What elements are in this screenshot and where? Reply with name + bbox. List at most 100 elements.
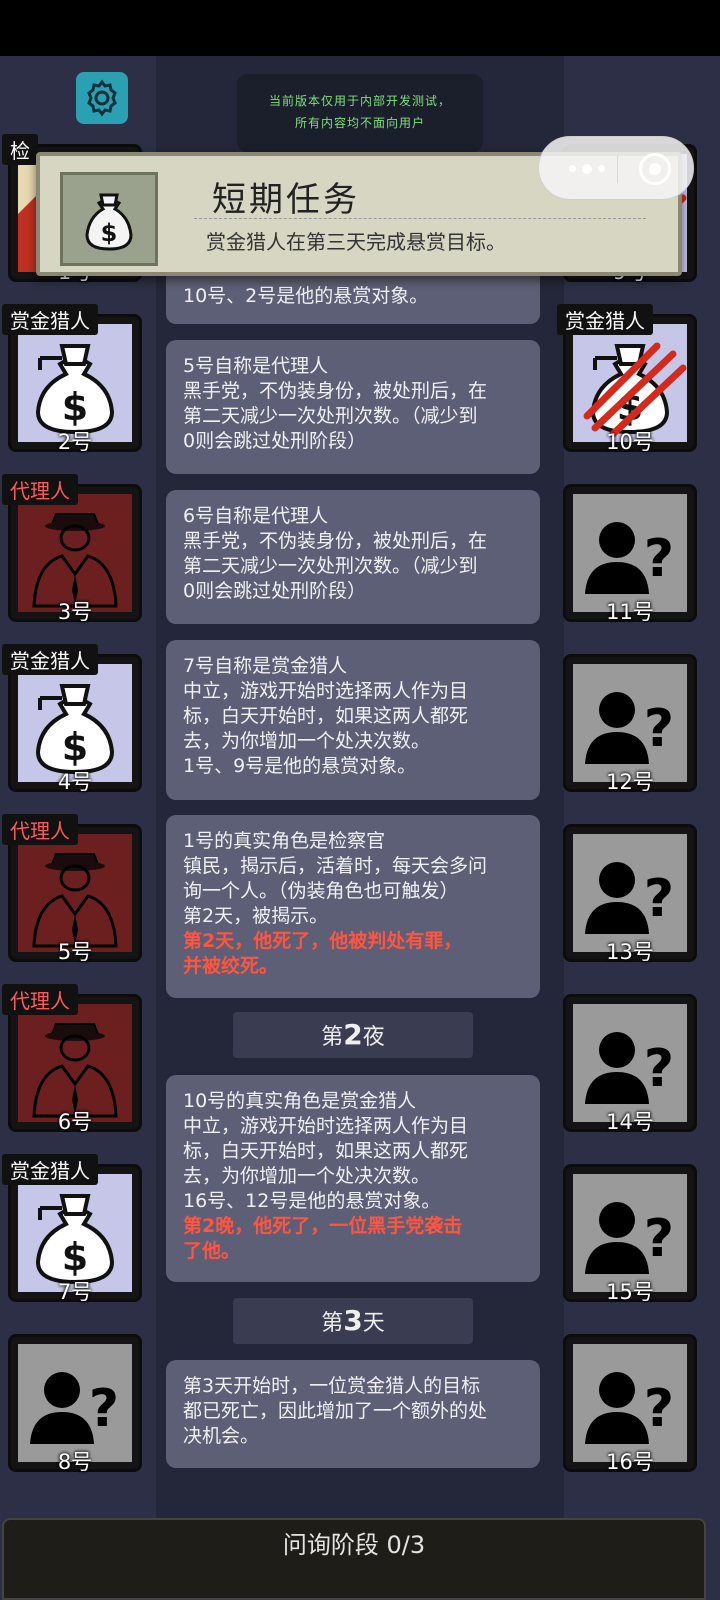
log-text: 6号自称是代理人: [183, 505, 329, 527]
log-text: 标，白天开始时，如果这两人都死: [183, 1140, 469, 1162]
player-number: 15号: [606, 1280, 654, 1304]
task-description: 赏金猎人在第三天完成悬赏目标。: [206, 230, 506, 254]
agent-icon: [32, 1023, 118, 1118]
player-slot[interactable]: $ 赏金猎人 4号: [2, 644, 142, 810]
player-slot[interactable]: 代理人 6号: [2, 984, 142, 1150]
player-role-label: 代理人: [2, 814, 78, 845]
unknown-player-icon: ?: [585, 692, 674, 764]
portrait-art: ?: [573, 1004, 687, 1122]
log-death-text: 第2晚，他死了，一位黑手党袭击: [183, 1215, 463, 1237]
log-card-3: 7号自称是赏金猎人 中立，游戏开始时选择两人作为目 标，白天开始时，如果这两人都…: [166, 640, 540, 800]
inquiry-phase-bar[interactable]: 问询阶段 0/3: [2, 1518, 706, 1600]
log-card-2: 6号自称是代理人 黑手党，不伪装身份，被处刑后，在 第二天减少一次处刑次数。（减…: [166, 490, 540, 624]
log-card-1: 5号自称是代理人 黑手党，不伪装身份，被处刑后，在 第二天减少一次处刑次数。（减…: [166, 340, 540, 474]
log-text: 1号、9号是他的悬赏对象。: [183, 755, 417, 777]
player-role-label: 检: [2, 134, 38, 165]
player-role-label: 赏金猎人: [2, 304, 98, 335]
player-slot[interactable]: $ 赏金猎人 2号: [2, 304, 142, 470]
agent-icon: [32, 853, 118, 948]
log-text: 黑手党，不伪装身份，被处刑后，在: [183, 380, 488, 402]
log-text: 镇民，揭示后，活着时，每天会多问: [183, 855, 488, 877]
player-slot[interactable]: ? 13号: [563, 824, 697, 980]
log-text: 去，为你增加一个处决次数。: [183, 730, 431, 752]
player-number: 14号: [606, 1110, 654, 1134]
log-text: 0则会跳过处刑阶段）: [183, 580, 367, 602]
log-text: 中立，游戏开始时选择两人作为目: [183, 1115, 469, 1137]
money-bag-icon: $: [35, 344, 115, 435]
svg-text:?: ?: [644, 1209, 674, 1269]
svg-text:$: $: [62, 385, 88, 429]
player-slot[interactable]: ? 8号: [8, 1334, 142, 1490]
player-number: 11号: [606, 600, 654, 624]
player-slot[interactable]: $ 赏金猎人 10号: [557, 304, 697, 470]
log-text: 0则会跳过处刑阶段）: [183, 430, 367, 452]
player-number: 5号: [57, 940, 93, 964]
task-icon-frame: $: [60, 172, 158, 266]
phase-suffix: 天: [362, 1311, 385, 1336]
task-title: 短期任务: [212, 180, 360, 220]
player-role-label: 代理人: [2, 474, 78, 505]
mini-program-capsule: [538, 136, 694, 200]
notice-line-1: 当前版本仅用于内部开发测试，: [268, 94, 451, 108]
player-role-label: 赏金猎人: [2, 1154, 98, 1185]
svg-text:?: ?: [644, 699, 674, 759]
settings-button[interactable]: [76, 72, 128, 124]
player-role-label: 赏金猎人: [2, 644, 98, 675]
log-text: 都已死亡，因此增加了一个额外的处: [183, 1400, 488, 1422]
svg-text:?: ?: [644, 1039, 674, 1099]
log-text: 5号自称是代理人: [183, 355, 329, 377]
svg-text:$: $: [101, 219, 118, 247]
unknown-player-icon: ?: [585, 1202, 674, 1274]
phase-prefix: 第: [321, 1025, 344, 1050]
unknown-player-icon: ?: [585, 1032, 674, 1104]
phase-header-night2: 第2夜: [233, 1012, 473, 1058]
player-slot[interactable]: 代理人 5号: [2, 814, 142, 980]
log-text: 第二天减少一次处刑次数。（减少到: [183, 555, 478, 577]
svg-text:?: ?: [644, 869, 674, 929]
player-slot[interactable]: 代理人 3号: [2, 474, 142, 640]
portrait-art: $: [18, 1174, 132, 1292]
more-icon[interactable]: [569, 163, 605, 174]
log-text: 7号自称是赏金猎人: [183, 655, 348, 677]
agent-icon: [32, 513, 118, 608]
svg-text:?: ?: [644, 529, 674, 589]
player-slot[interactable]: $ 赏金猎人 7号: [2, 1154, 142, 1320]
log-card-5: 10号的真实角色是赏金猎人 中立，游戏开始时选择两人作为目 标，白天开始时，如果…: [166, 1075, 540, 1282]
phase-suffix: 夜: [362, 1025, 385, 1050]
player-number: 13号: [606, 940, 654, 964]
player-slot[interactable]: ? 11号: [563, 484, 697, 640]
phase-number: 2: [343, 1018, 363, 1051]
notice-line-2: 所有内容均不面向用户: [294, 116, 425, 130]
portrait-art: $: [18, 664, 132, 782]
portrait-art: [18, 834, 132, 952]
player-slot[interactable]: ? 14号: [563, 994, 697, 1150]
portrait-art: ?: [18, 1344, 132, 1462]
log-card-6: 第3天开始时，一位赏金猎人的目标 都已死亡，因此增加了一个额外的处 决机会。: [166, 1360, 540, 1468]
dev-notice: 当前版本仅用于内部开发测试， 所有内容均不面向用户: [237, 74, 483, 152]
player-slot[interactable]: ? 15号: [563, 1164, 697, 1320]
player-role-label: 赏金猎人: [557, 304, 653, 335]
phase-prefix: 第: [321, 1311, 344, 1336]
player-number: 12号: [606, 770, 654, 794]
log-text: 10号的真实角色是赏金猎人: [183, 1090, 417, 1112]
log-text: 1号的真实角色是检察官: [183, 830, 386, 852]
player-number: 10号: [606, 430, 654, 454]
log-text: 标，白天开始时，如果这两人都死: [183, 705, 469, 727]
player-number: 8号: [57, 1450, 93, 1474]
log-card-4: 1号的真实角色是检察官 镇民，揭示后，活着时，每天会多问 询一个人。（伪装角色也…: [166, 815, 540, 998]
task-divider: [194, 218, 646, 219]
player-number: 7号: [57, 1280, 93, 1304]
close-target-icon[interactable]: [639, 153, 671, 185]
money-bag-icon: $: [35, 684, 115, 775]
player-slot[interactable]: ? 12号: [563, 654, 697, 810]
player-slot[interactable]: ? 16号: [563, 1334, 697, 1490]
portrait-art: ?: [573, 664, 687, 782]
log-death-text: 并被绞死。: [183, 955, 279, 977]
log-text: 去，为你增加一个处决次数。: [183, 1165, 431, 1187]
portrait-art: ?: [573, 834, 687, 952]
log-text: 第二天减少一次处刑次数。（减少到: [183, 405, 478, 427]
svg-text:$: $: [62, 725, 88, 769]
money-bag-icon: $: [35, 1194, 115, 1285]
phase-header-day3: 第3天: [233, 1298, 473, 1344]
player-number: 16号: [606, 1450, 654, 1474]
